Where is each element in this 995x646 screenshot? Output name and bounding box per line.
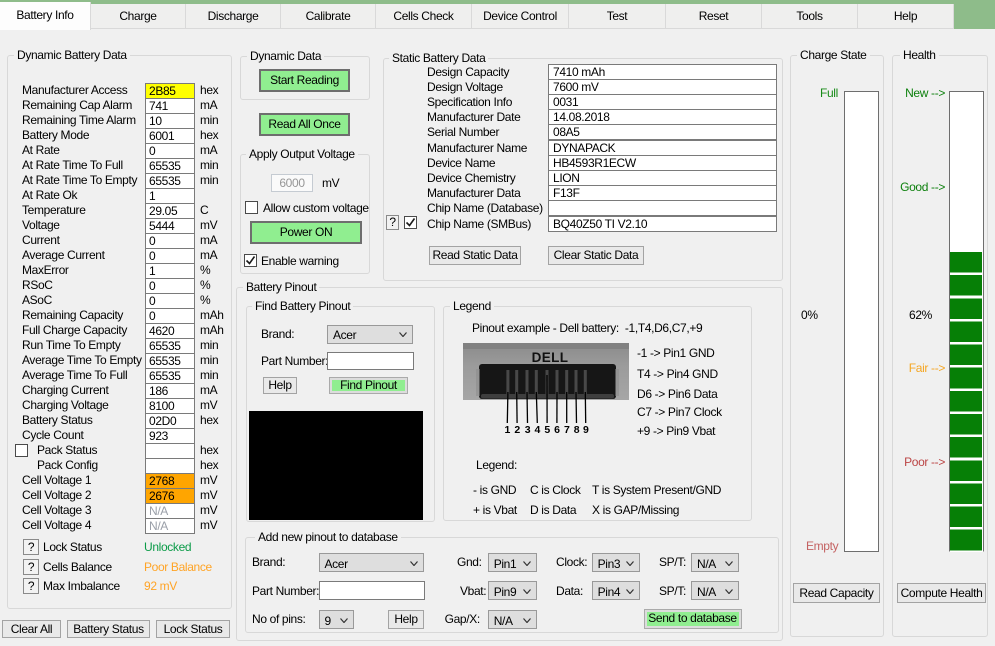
svg-text:3: 3	[525, 424, 531, 434]
svg-text:7: 7	[564, 424, 570, 434]
svg-text:6: 6	[554, 424, 560, 434]
svg-text:DELL: DELL	[532, 350, 569, 365]
svg-text:2: 2	[514, 424, 520, 434]
svg-text:9: 9	[583, 424, 589, 434]
svg-text:8: 8	[574, 424, 580, 434]
svg-text:5: 5	[544, 424, 550, 434]
svg-text:1: 1	[505, 424, 511, 434]
svg-text:4: 4	[535, 424, 541, 434]
